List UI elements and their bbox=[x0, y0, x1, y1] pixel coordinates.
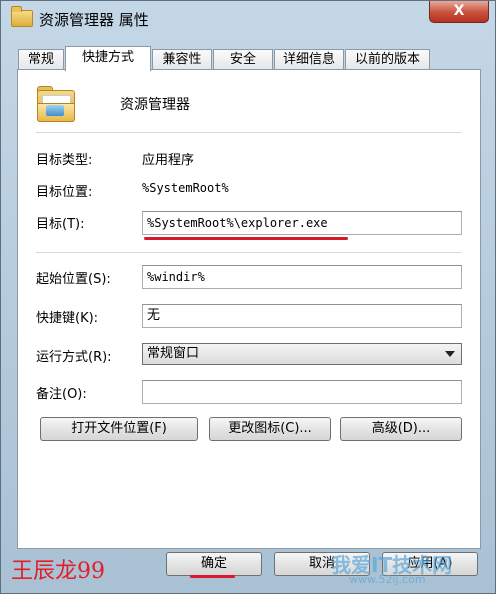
target-input[interactable]: %SystemRoot%\explorer.exe bbox=[142, 211, 462, 235]
target-label: 目标(T): bbox=[36, 217, 85, 232]
target-highlight-underline bbox=[144, 237, 348, 240]
run-select[interactable]: 常规窗口 bbox=[142, 343, 462, 365]
shortcut-key-input[interactable]: 无 bbox=[142, 304, 462, 328]
ok-button[interactable]: 确定 bbox=[166, 552, 262, 576]
close-button[interactable]: X bbox=[429, 1, 489, 23]
folder-icon bbox=[11, 6, 33, 27]
shortcut-panel: 资源管理器 目标类型: 应用程序 目标位置: %SystemRoot% 目标(T… bbox=[17, 69, 481, 549]
tab-general[interactable]: 常规 bbox=[18, 49, 64, 69]
app-name: 资源管理器 bbox=[120, 97, 190, 113]
target-location-label: 目标位置: bbox=[36, 185, 93, 200]
change-icon-button[interactable]: 更改图标(C)... bbox=[209, 417, 331, 441]
comment-label: 备注(O): bbox=[36, 387, 87, 402]
explorer-folder-icon bbox=[37, 86, 75, 122]
tab-compatibility[interactable]: 兼容性 bbox=[152, 49, 212, 69]
tab-shortcut[interactable]: 快捷方式 bbox=[65, 46, 151, 71]
target-type-label: 目标类型: bbox=[36, 153, 93, 168]
divider bbox=[36, 132, 462, 133]
author-watermark: 王辰龙99 bbox=[11, 559, 105, 584]
open-file-location-button[interactable]: 打开文件位置(F) bbox=[40, 417, 198, 441]
dropdown-arrow-icon[interactable] bbox=[445, 351, 455, 357]
site-url-watermark: www.52ij.com bbox=[349, 573, 426, 586]
start-in-label: 起始位置(S): bbox=[36, 272, 111, 287]
advanced-button[interactable]: 高级(D)... bbox=[340, 417, 462, 441]
window-title: 资源管理器 属性 bbox=[39, 11, 149, 29]
tab-security[interactable]: 安全 bbox=[213, 49, 273, 69]
start-in-input[interactable]: %windir% bbox=[142, 265, 462, 289]
ok-highlight-underline bbox=[190, 575, 235, 578]
title-bar[interactable]: 资源管理器 属性 X bbox=[1, 1, 495, 39]
shortcut-key-label: 快捷键(K): bbox=[36, 311, 99, 326]
run-label: 运行方式(R): bbox=[36, 350, 112, 365]
divider bbox=[36, 252, 462, 253]
properties-window: 资源管理器 属性 X 常规 快捷方式 兼容性 安全 详细信息 以前的版本 资源管… bbox=[0, 0, 496, 594]
tab-details[interactable]: 详细信息 bbox=[274, 49, 344, 69]
target-type-value: 应用程序 bbox=[142, 153, 195, 168]
target-location-value: %SystemRoot% bbox=[142, 181, 229, 195]
tab-previous-versions[interactable]: 以前的版本 bbox=[345, 49, 430, 69]
run-select-value: 常规窗口 bbox=[147, 346, 200, 361]
comment-input[interactable] bbox=[142, 380, 462, 404]
